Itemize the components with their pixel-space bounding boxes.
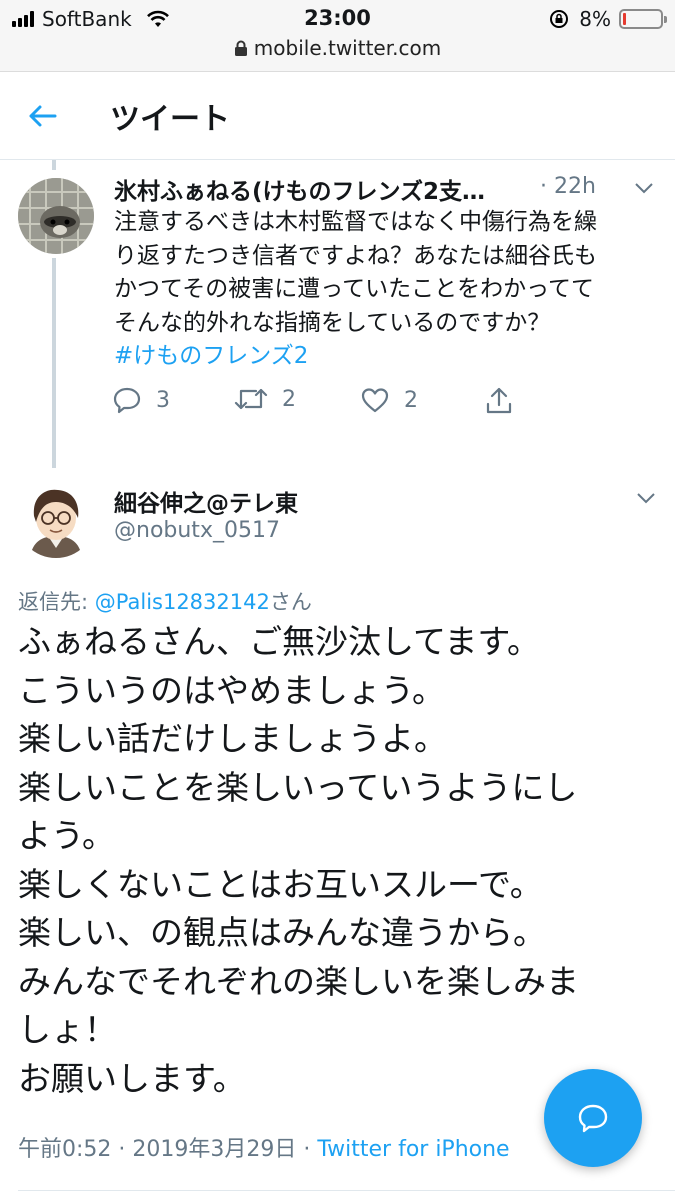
back-button[interactable] xyxy=(22,98,62,134)
battery-icon xyxy=(619,9,667,29)
parent-tweet-time: · 22h xyxy=(540,174,596,199)
tweet-text-line: 楽しいことを楽しいっていうようにし xyxy=(18,767,578,807)
parent-tweet-text: 注意するべきは木村監督ではなく中傷行為を繰 り返すたつき信者ですよね？あなたは細… xyxy=(114,206,654,374)
tweet-timestamp[interactable]: 午前0:52 · 2019年3月29日 · xyxy=(18,1137,317,1162)
thread-line xyxy=(52,258,56,468)
retweet-icon xyxy=(234,388,268,410)
parent-text-line: 注意するべきは木村監督ではなく中傷行為を繰 xyxy=(114,209,597,235)
retweet-count: 2 xyxy=(282,386,296,412)
like-count: 2 xyxy=(404,387,418,413)
tweet-text-line: ふぁねるさん、ご無沙汰してます。 xyxy=(18,622,541,661)
parent-text-line: そんな的外れな指摘をしているのですか？ xyxy=(114,309,551,336)
parent-more-menu-button[interactable] xyxy=(632,176,656,200)
reply-suffix: さん xyxy=(269,590,312,614)
reply-prefix: 返信先: xyxy=(18,590,95,614)
tweet-text-line: 楽しくないことはお互いスルーで。 xyxy=(18,864,543,904)
compose-reply-button[interactable] xyxy=(544,1069,642,1167)
share-button[interactable] xyxy=(484,386,514,416)
compose-reply-icon xyxy=(578,1104,608,1133)
tweet-source-link[interactable]: Twitter for iPhone xyxy=(317,1137,509,1162)
author-handle[interactable]: @nobutx_0517 xyxy=(114,518,280,543)
avatar[interactable] xyxy=(16,478,96,558)
padlock-icon xyxy=(234,40,247,56)
divider xyxy=(18,1190,675,1191)
chevron-down-icon xyxy=(637,493,655,504)
url-bar[interactable]: mobile.twitter.com xyxy=(0,36,675,60)
chevron-down-icon xyxy=(635,183,653,194)
tweet-text-line: みんなでそれぞれの楽しいを楽しみま xyxy=(18,961,579,1001)
reply-context: 返信先: @Palis12832142さん xyxy=(18,586,312,616)
tweet-text-line: よう。 xyxy=(18,816,116,855)
author-name[interactable]: 細谷伸之@テレ東 xyxy=(114,484,298,518)
parent-author-name[interactable]: 氷村ふぁねる(けものフレンズ2支… xyxy=(114,172,519,206)
reply-count: 3 xyxy=(156,387,170,413)
tweet-text: ふぁねるさん、ご無沙汰してます。 こういうのはやめましょう。 楽しい話だけしまし… xyxy=(18,618,663,1103)
tweet-text-line: こういうのはやめましょう。 xyxy=(18,670,446,710)
arrow-left-icon xyxy=(29,105,57,127)
page-title: ツイート xyxy=(110,102,230,137)
url-text: mobile.twitter.com xyxy=(253,36,442,60)
illustrated-avatar-image xyxy=(16,478,96,558)
tweet-metadata: 午前0:52 · 2019年3月29日 · Twitter for iPhone xyxy=(18,1131,510,1163)
retweet-button[interactable]: 2 xyxy=(234,386,296,412)
parent-time-value: 22h xyxy=(554,174,596,199)
reply-icon xyxy=(113,387,141,414)
battery-percent: 8% xyxy=(579,7,611,31)
parent-text-line: り返すたつき信者ですよね？あなたは細谷氏も xyxy=(114,242,597,269)
reply-button[interactable]: 3 xyxy=(112,386,170,414)
parent-text-line: かつてその被害に遭っていたことをわかってて xyxy=(114,276,595,302)
hashtag-link[interactable]: #けものフレンズ2 xyxy=(114,340,654,374)
thread-line-top xyxy=(52,160,56,170)
like-button[interactable]: 2 xyxy=(360,386,418,414)
avatar[interactable] xyxy=(18,178,94,254)
rotation-lock-icon xyxy=(550,10,569,28)
tweet-text-line: 楽しい、の観点はみんな違うから。 xyxy=(18,913,546,952)
heart-icon xyxy=(361,388,389,413)
share-icon xyxy=(486,387,512,414)
raccoon-avatar-image xyxy=(18,178,94,254)
tweet-text-line: しょ！ xyxy=(18,1010,117,1049)
status-bar: SoftBank 23:00 8% mobile.twitter.com xyxy=(0,0,675,72)
more-menu-button[interactable] xyxy=(634,486,658,510)
reply-mention-link[interactable]: @Palis12832142 xyxy=(95,590,270,614)
page-header: ツイート xyxy=(0,72,675,160)
tweet-text-line: 楽しい話だけしましょうよ。 xyxy=(18,719,447,758)
battery-level xyxy=(623,13,626,25)
status-right: 8% xyxy=(549,7,667,31)
